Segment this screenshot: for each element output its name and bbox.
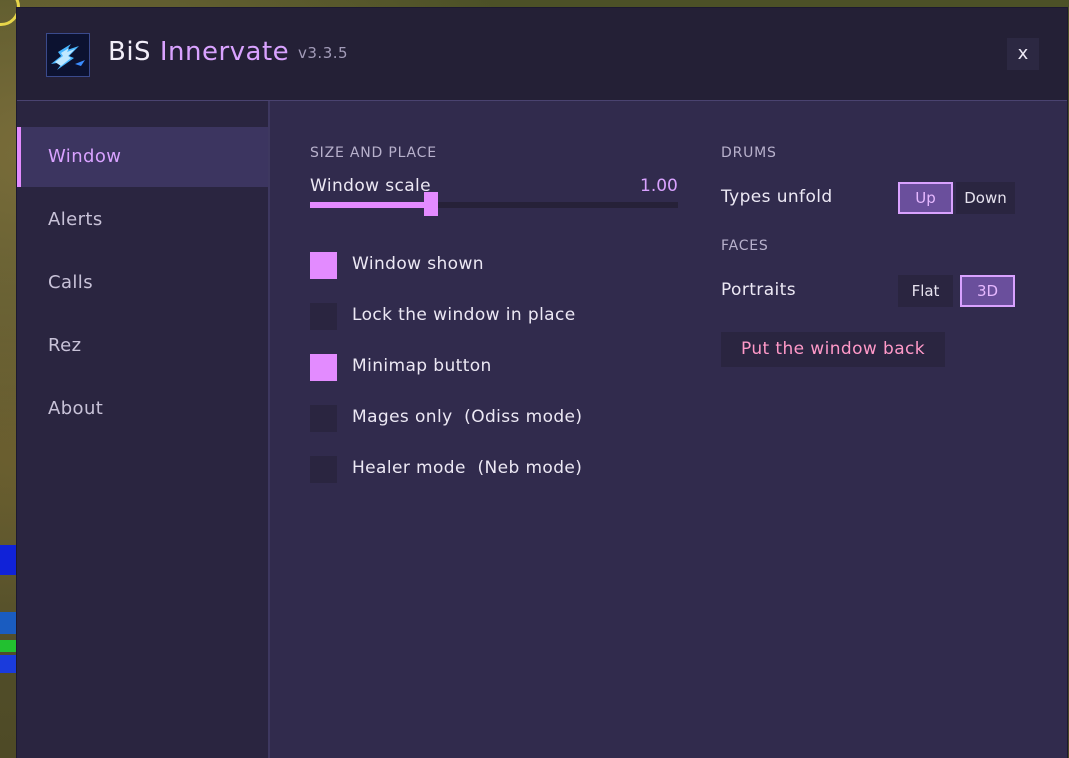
app-title-bis: BiS [108, 37, 152, 67]
app-title-innervate: Innervate [159, 37, 290, 67]
sidebar-item-alerts[interactable]: Alerts [17, 190, 268, 250]
section-title-size-and-place: SIZE AND PLACE [310, 145, 437, 161]
sidebar-item-calls[interactable]: Calls [17, 253, 268, 313]
sidebar-nav: Window Alerts Calls Rez About [17, 101, 270, 758]
window-shown-checkbox[interactable] [310, 252, 337, 279]
portraits-3d-toggle[interactable]: 3D [960, 275, 1015, 307]
window-scale-value: 1.00 [640, 176, 678, 196]
put-window-back-button[interactable]: Put the window back [721, 332, 945, 367]
sidebar-item-rez[interactable]: Rez [17, 316, 268, 376]
innervate-lightning-icon [46, 33, 90, 77]
mages-only-label: Mages only (Odiss mode) [352, 407, 583, 427]
sidebar-item-window[interactable]: Window [17, 127, 268, 187]
app-version: v3.3.5 [298, 44, 349, 62]
close-button[interactable]: x [1007, 38, 1039, 70]
unit-frame-bar [0, 612, 18, 634]
types-unfold-label: Types unfold [721, 187, 833, 207]
drums-down-toggle[interactable]: Down [956, 182, 1015, 214]
portraits-flat-toggle[interactable]: Flat [898, 275, 953, 307]
window-scale-label: Window scale [310, 176, 432, 196]
section-title-faces: FACES [721, 238, 769, 254]
lock-window-label: Lock the window in place [352, 305, 576, 325]
drums-up-toggle[interactable]: Up [898, 182, 953, 214]
mages-only-checkbox[interactable] [310, 405, 337, 432]
portraits-label: Portraits [721, 280, 796, 300]
window-scale-slider[interactable] [310, 192, 678, 216]
healer-mode-checkbox[interactable] [310, 456, 337, 483]
settings-panel: SIZE AND PLACE Window scale 1.00 Window … [270, 101, 1067, 758]
app-title: BiS Innervate [108, 34, 289, 70]
sidebar-item-about[interactable]: About [17, 379, 268, 439]
window-shown-label: Window shown [352, 254, 484, 274]
healer-mode-label: Healer mode (Neb mode) [352, 458, 583, 478]
minimap-button-label: Minimap button [352, 356, 492, 376]
unit-frame-bar [0, 655, 18, 673]
unit-frame-bar [0, 545, 18, 575]
title-bar[interactable]: BiS Innervate v3.3.5 x [17, 8, 1067, 101]
addon-options-window: BiS Innervate v3.3.5 x Window Alerts Cal… [17, 8, 1067, 758]
minimap-button-checkbox[interactable] [310, 354, 337, 381]
section-title-drums: DRUMS [721, 145, 777, 161]
unit-frame-bar [0, 640, 18, 652]
lock-window-checkbox[interactable] [310, 303, 337, 330]
window-scale-slider-thumb[interactable] [424, 192, 439, 216]
window-scale-slider-fill [310, 202, 432, 208]
